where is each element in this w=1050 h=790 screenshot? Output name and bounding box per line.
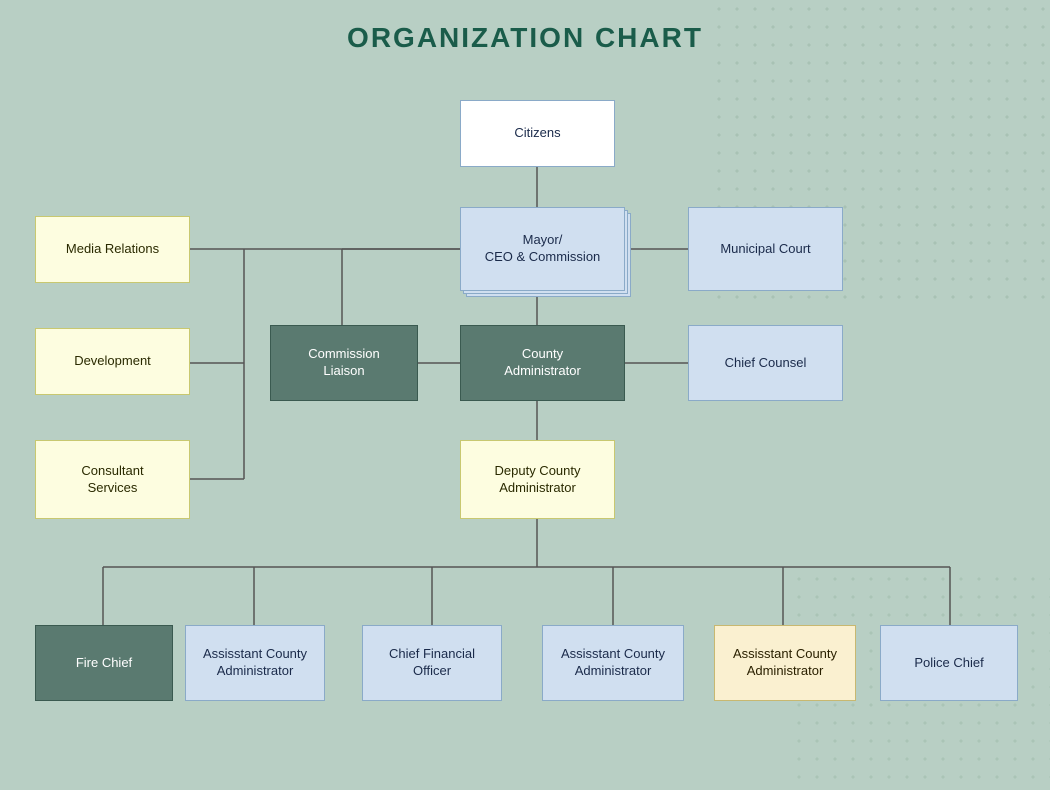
fire-chief-box: Fire Chief <box>35 625 173 701</box>
consultant-services-box: Consultant Services <box>35 440 190 519</box>
asst-admin-2-box: Assisstant County Administrator <box>542 625 684 701</box>
municipal-court-box: Municipal Court <box>688 207 843 291</box>
citizens-box: Citizens <box>460 100 615 167</box>
chief-counsel-box: Chief Counsel <box>688 325 843 401</box>
mayor-box: Mayor/ CEO & Commission <box>460 207 625 291</box>
county-administrator-box: County Administrator <box>460 325 625 401</box>
asst-admin-3-box: Assisstant County Administrator <box>714 625 856 701</box>
police-chief-box: Police Chief <box>880 625 1018 701</box>
media-relations-box: Media Relations <box>35 216 190 283</box>
development-box: Development <box>35 328 190 395</box>
asst-admin-1-box: Assisstant County Administrator <box>185 625 325 701</box>
deputy-county-admin-box: Deputy County Administrator <box>460 440 615 519</box>
commission-liaison-box: Commission Liaison <box>270 325 418 401</box>
cfo-box: Chief Financial Officer <box>362 625 502 701</box>
